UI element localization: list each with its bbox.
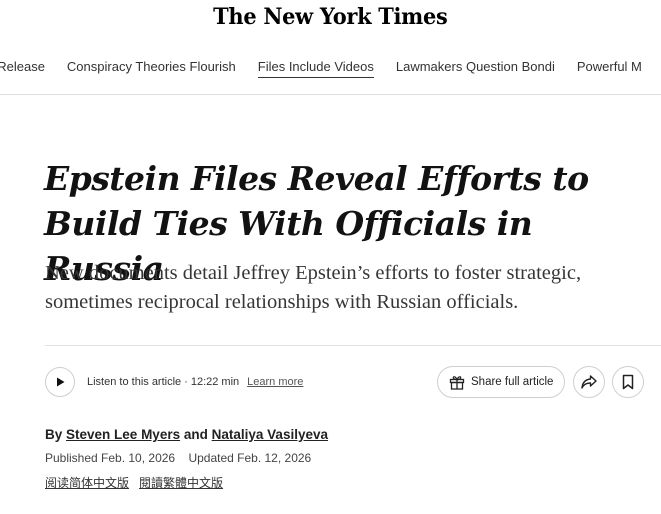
gift-icon <box>449 376 465 390</box>
listen-label: Listen to this article <box>87 376 182 388</box>
published-date: Published Feb. 10, 2026 <box>45 451 176 465</box>
divider <box>45 345 661 346</box>
nyt-logo[interactable]: The New York Times <box>213 4 448 30</box>
share-button[interactable] <box>573 366 605 398</box>
language-links: 阅读简体中文版 閱讀繁體中文版 <box>45 474 223 491</box>
nav-item-lawmakers-question-bondi[interactable]: Lawmakers Question Bondi <box>396 59 555 78</box>
listen-duration: 12:22 min <box>190 376 240 388</box>
save-bookmark-button[interactable] <box>612 366 644 398</box>
nav-item-conspiracy-theories[interactable]: Conspiracy Theories Flourish <box>67 59 236 78</box>
bookmark-icon <box>622 374 634 390</box>
byline: By Steven Lee Myers and Nataliya Vasilye… <box>45 427 328 442</box>
nav-item-release[interactable]: t Release <box>0 59 45 78</box>
byline-prefix: By <box>45 427 63 442</box>
play-icon <box>57 377 65 387</box>
listen-separator: · <box>184 376 188 388</box>
learn-more-link[interactable]: Learn more <box>247 376 303 388</box>
updated-date: Updated Feb. 12, 2026 <box>188 451 312 465</box>
byline-conjunction: and <box>183 427 208 442</box>
masthead: The New York Times <box>0 0 661 36</box>
topic-nav: t Release Conspiracy Theories Flourish F… <box>0 44 661 95</box>
nav-item-powerful[interactable]: Powerful M <box>577 59 642 78</box>
traditional-chinese-link[interactable]: 閱讀繁體中文版 <box>139 474 223 491</box>
share-full-article-button[interactable]: Share full article <box>437 366 565 398</box>
nav-item-files-include-videos[interactable]: Files Include Videos <box>257 59 374 78</box>
share-arrow-icon <box>581 375 597 389</box>
topic-nav-list: t Release Conspiracy Theories Flourish F… <box>0 59 642 78</box>
author-link-nataliya-vasilyeva[interactable]: Nataliya Vasilyeva <box>212 427 328 442</box>
simplified-chinese-link[interactable]: 阅读简体中文版 <box>45 474 129 491</box>
author-link-steven-lee-myers[interactable]: Steven Lee Myers <box>66 427 180 442</box>
article-dates: Published Feb. 10, 2026 Updated Feb. 12,… <box>45 451 311 465</box>
listen-control: Listen to this article · 12:22 min Learn… <box>45 366 303 398</box>
play-button[interactable] <box>45 367 75 397</box>
share-full-article-label: Share full article <box>471 376 554 388</box>
article-summary: New documents detail Jeffrey Epstein’s e… <box>45 262 582 313</box>
